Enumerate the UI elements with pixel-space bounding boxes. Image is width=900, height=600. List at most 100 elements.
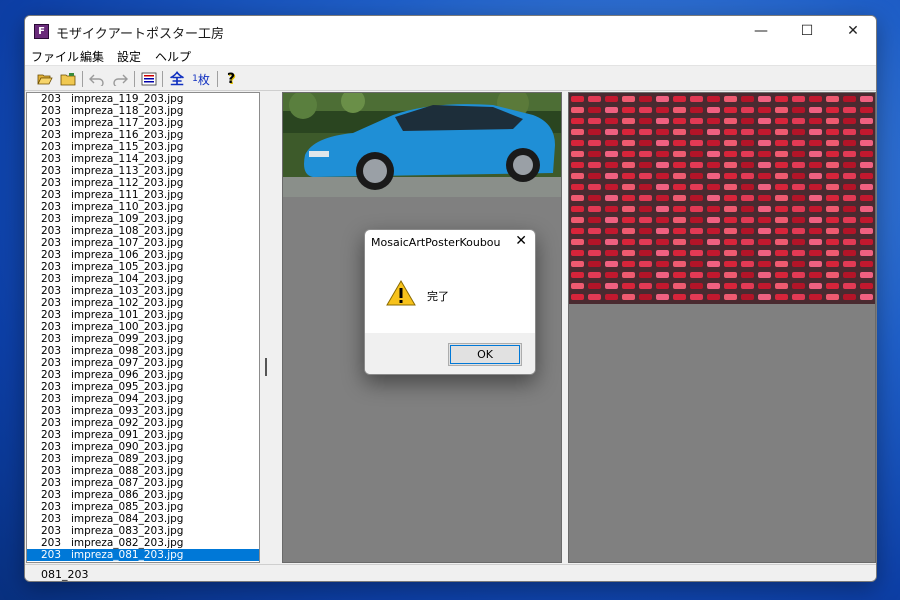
list-item[interactable]: 203 impreza_091_203.jpg bbox=[27, 429, 259, 441]
file-name: impreza_112_203.jpg bbox=[71, 177, 184, 189]
menu-edit[interactable]: 編集 bbox=[80, 48, 104, 65]
file-name: impreza_106_203.jpg bbox=[71, 249, 184, 261]
list-item[interactable]: 203 impreza_107_203.jpg bbox=[27, 237, 259, 249]
list-item[interactable]: 203 impreza_119_203.jpg bbox=[27, 93, 259, 105]
list-item[interactable]: 203 impreza_084_203.jpg bbox=[27, 513, 259, 525]
list-item[interactable]: 203 impreza_113_203.jpg bbox=[27, 165, 259, 177]
status-text: 081_203 bbox=[41, 568, 89, 581]
splitter-handle[interactable] bbox=[265, 358, 267, 376]
file-name: impreza_094_203.jpg bbox=[71, 393, 184, 405]
list-item[interactable]: 203 impreza_106_203.jpg bbox=[27, 249, 259, 261]
toolbar-separator bbox=[217, 71, 218, 87]
list-item[interactable]: 203 impreza_093_203.jpg bbox=[27, 405, 259, 417]
list-item[interactable]: 203 impreza_083_203.jpg bbox=[27, 525, 259, 537]
list-item[interactable]: 203 impreza_088_203.jpg bbox=[27, 465, 259, 477]
file-name: impreza_095_203.jpg bbox=[71, 381, 184, 393]
file-count: 203 bbox=[41, 501, 62, 513]
toolbar-separator bbox=[134, 71, 135, 87]
list-item[interactable]: 203 impreza_095_203.jpg bbox=[27, 381, 259, 393]
single-sheet-label: 枚 bbox=[197, 72, 210, 87]
menu-file[interactable]: ファイル bbox=[31, 48, 79, 65]
file-count: 203 bbox=[41, 405, 62, 417]
app-icon: F bbox=[34, 24, 49, 39]
list-item[interactable]: 203 impreza_086_203.jpg bbox=[27, 489, 259, 501]
new-folder-button[interactable] bbox=[58, 69, 78, 89]
dialog-title: MosaicArtPosterKoubou bbox=[371, 236, 501, 249]
list-item[interactable]: 203 impreza_117_203.jpg bbox=[27, 117, 259, 129]
list-item[interactable]: 203 impreza_097_203.jpg bbox=[27, 357, 259, 369]
file-count: 203 bbox=[41, 189, 62, 201]
file-name: impreza_110_203.jpg bbox=[71, 201, 184, 213]
toolbar-separator bbox=[82, 71, 83, 87]
list-item[interactable]: 203 impreza_116_203.jpg bbox=[27, 129, 259, 141]
list-item[interactable]: 203 impreza_105_203.jpg bbox=[27, 261, 259, 273]
list-item[interactable]: 203 impreza_109_203.jpg bbox=[27, 213, 259, 225]
list-item[interactable]: 203 impreza_098_203.jpg bbox=[27, 345, 259, 357]
list-item[interactable]: 203 impreza_096_203.jpg bbox=[27, 369, 259, 381]
file-name: impreza_108_203.jpg bbox=[71, 225, 184, 237]
car-photo bbox=[283, 93, 561, 197]
file-list[interactable]: 203 impreza_119_203.jpg 203 impreza_118_203… bbox=[26, 92, 260, 563]
help-button[interactable]: ? bbox=[221, 69, 241, 89]
list-item[interactable]: 203 impreza_114_203.jpg bbox=[27, 153, 259, 165]
list-scrollbar[interactable] bbox=[261, 92, 281, 563]
menu-help[interactable]: ヘルプ bbox=[155, 48, 191, 65]
select-all-button[interactable]: 全 bbox=[167, 69, 187, 89]
single-sheet-button[interactable]: 1枚 bbox=[189, 69, 213, 89]
list-item[interactable]: 203 impreza_087_203.jpg bbox=[27, 477, 259, 489]
list-item[interactable]: 203 impreza_082_203.jpg bbox=[27, 537, 259, 549]
warning-icon bbox=[386, 280, 416, 306]
file-count: 203 bbox=[41, 309, 62, 321]
file-name: impreza_085_203.jpg bbox=[71, 501, 184, 513]
file-name: impreza_101_203.jpg bbox=[71, 309, 184, 321]
redo-button[interactable] bbox=[110, 69, 130, 89]
list-item[interactable]: 203 impreza_081_203.jpg bbox=[27, 549, 259, 561]
file-name: impreza_093_203.jpg bbox=[71, 405, 184, 417]
title-bar[interactable]: F モザイクアートポスター工房 — ☐ ✕ bbox=[25, 16, 876, 46]
undo-button[interactable] bbox=[87, 69, 107, 89]
list-item[interactable]: 203 impreza_099_203.jpg bbox=[27, 333, 259, 345]
file-name: impreza_118_203.jpg bbox=[71, 105, 184, 117]
list-item[interactable]: 203 impreza_094_203.jpg bbox=[27, 393, 259, 405]
file-name: impreza_115_203.jpg bbox=[71, 141, 184, 153]
file-name: impreza_111_203.jpg bbox=[71, 189, 184, 201]
mosaic-image bbox=[569, 93, 875, 304]
list-item[interactable]: 203 impreza_101_203.jpg bbox=[27, 309, 259, 321]
file-count: 203 bbox=[41, 549, 62, 561]
list-item[interactable]: 203 impreza_085_203.jpg bbox=[27, 501, 259, 513]
dialog-close-button[interactable]: ✕ bbox=[515, 233, 527, 249]
ok-button[interactable]: OK bbox=[448, 343, 522, 366]
file-name: impreza_117_203.jpg bbox=[71, 117, 184, 129]
list-item[interactable]: 203 impreza_102_203.jpg bbox=[27, 297, 259, 309]
list-item[interactable]: 203 impreza_110_203.jpg bbox=[27, 201, 259, 213]
close-button[interactable]: ✕ bbox=[830, 16, 876, 46]
file-name: impreza_114_203.jpg bbox=[71, 153, 184, 165]
file-count: 203 bbox=[41, 345, 62, 357]
maximize-button[interactable]: ☐ bbox=[784, 16, 830, 46]
list-item[interactable]: 203 impreza_100_203.jpg bbox=[27, 321, 259, 333]
menu-settings[interactable]: 設定 bbox=[117, 48, 141, 65]
list-item[interactable]: 203 impreza_115_203.jpg bbox=[27, 141, 259, 153]
list-item[interactable]: 203 impreza_090_203.jpg bbox=[27, 441, 259, 453]
file-name: impreza_096_203.jpg bbox=[71, 369, 184, 381]
dialog-footer: OK bbox=[365, 333, 535, 374]
undo-icon bbox=[89, 74, 104, 86]
list-item[interactable]: 203 impreza_112_203.jpg bbox=[27, 177, 259, 189]
list-item[interactable]: 203 impreza_118_203.jpg bbox=[27, 105, 259, 117]
file-name: impreza_113_203.jpg bbox=[71, 165, 184, 177]
open-folder-button[interactable] bbox=[35, 69, 55, 89]
list-item[interactable]: 203 impreza_108_203.jpg bbox=[27, 225, 259, 237]
list-button[interactable] bbox=[139, 69, 159, 89]
file-count: 203 bbox=[41, 261, 62, 273]
folder-icon bbox=[60, 73, 76, 86]
list-item[interactable]: 203 impreza_089_203.jpg bbox=[27, 453, 259, 465]
file-count: 203 bbox=[41, 273, 62, 285]
list-item[interactable]: 203 impreza_103_203.jpg bbox=[27, 285, 259, 297]
file-name: impreza_119_203.jpg bbox=[71, 93, 184, 105]
file-name: impreza_083_203.jpg bbox=[71, 525, 184, 537]
list-item[interactable]: 203 impreza_111_203.jpg bbox=[27, 189, 259, 201]
list-item[interactable]: 203 impreza_092_203.jpg bbox=[27, 417, 259, 429]
minimize-button[interactable]: — bbox=[738, 16, 784, 46]
dialog-message: 完了 bbox=[427, 290, 449, 303]
list-item[interactable]: 203 impreza_104_203.jpg bbox=[27, 273, 259, 285]
